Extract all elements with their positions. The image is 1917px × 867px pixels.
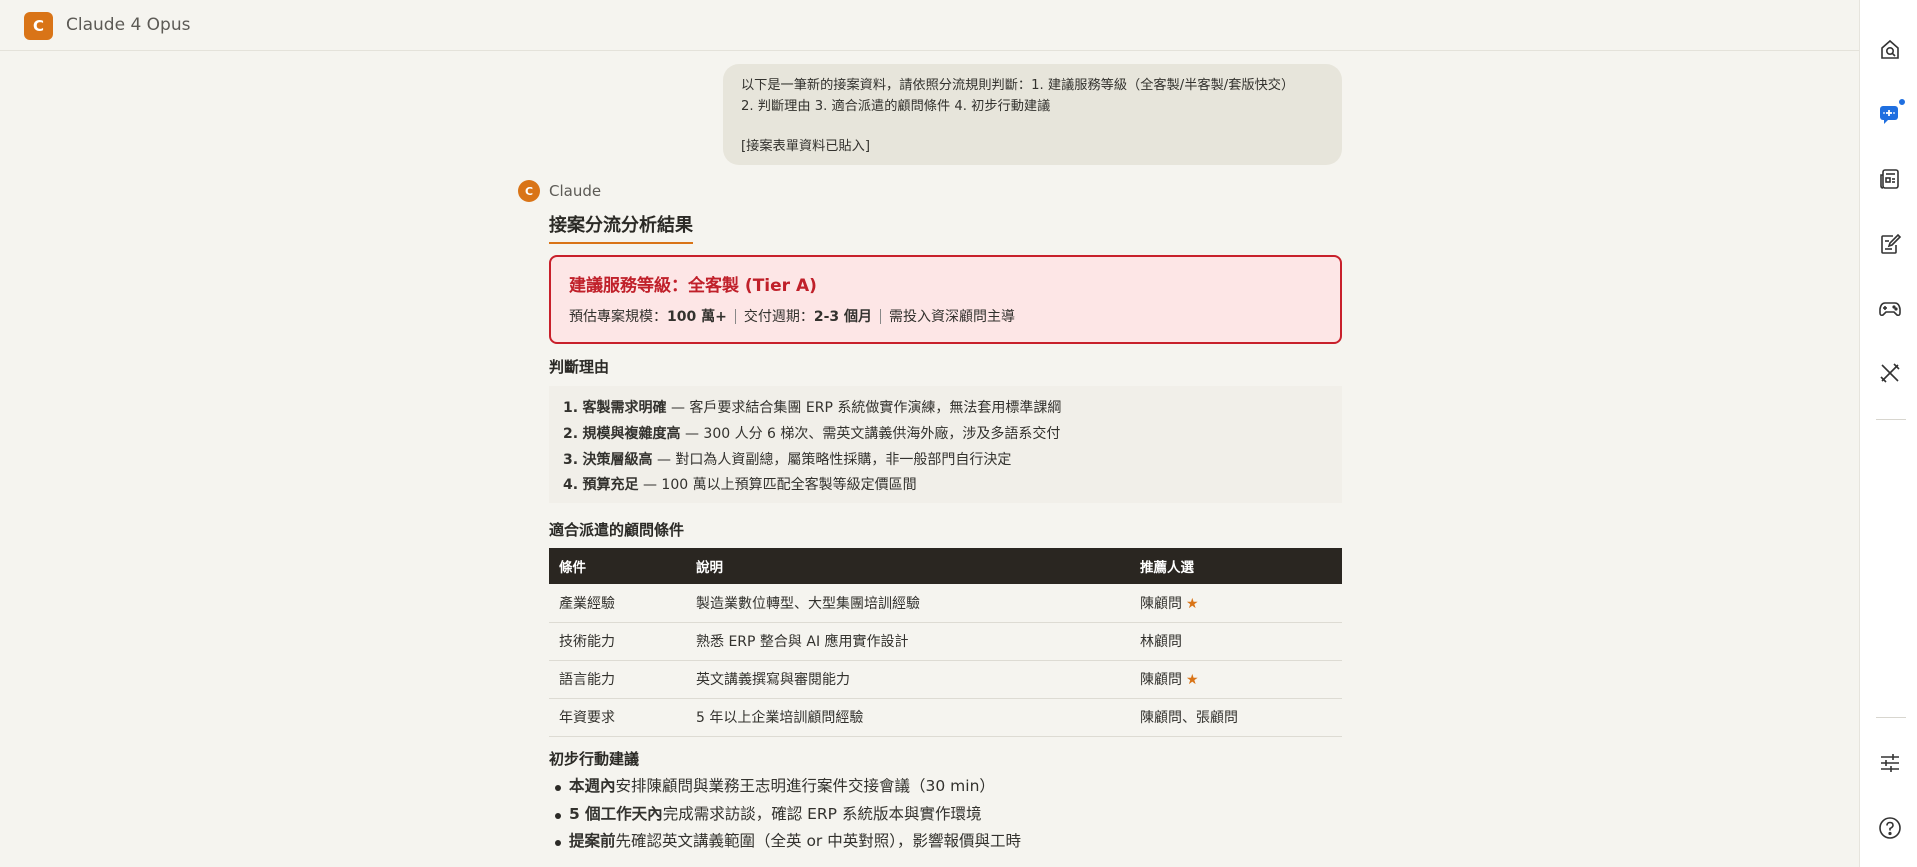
table-cell: 技術能力 (549, 622, 686, 661)
table-header: 推薦人選 (1130, 548, 1342, 584)
user-message-line: 2. 判斷理由 3. 適合派遣的顧問條件 4. 初步行動建議 (741, 98, 1051, 114)
table-row: 語言能力 英文講義撰寫與審閱能力 陳顧問 ★ (549, 660, 1342, 699)
app-logo[interactable]: C (24, 12, 53, 40)
reason-item: 3. 決策層級高 — 對口為人資副總，屬策略性採購，非一般部門自行決定 (563, 451, 1012, 468)
table-cell: 熟悉 ERP 整合與 AI 應用實作設計 (686, 622, 1130, 661)
table-row: 產業經驗 製造業數位轉型、大型集團培訓經驗 陳顧問 ★ (549, 584, 1342, 623)
actions-list: 本週內安排陳顧問與業務王志明進行案件交接會議（30 min） 5 個工作天內完成… (549, 773, 1021, 856)
table-cell: 陳顧問 ★ (1130, 584, 1342, 623)
table-header: 條件 (549, 548, 686, 584)
list-item: 本週內安排陳顧問與業務王志明進行案件交接會議（30 min） (549, 773, 1021, 801)
edit-icon[interactable] (1877, 231, 1903, 257)
reason-item: 2. 規模與複雜度高 — 300 人分 6 梯次、需英文講義供海外廠，涉及多語系… (563, 425, 1061, 442)
response-title: 接案分流分析結果 (549, 211, 693, 244)
cycle-value: 2-3 個月 (813, 309, 872, 325)
table-cell: 產業經驗 (549, 584, 686, 623)
list-item: 5 個工作天內完成需求訪談，確認 ERP 系統版本與實作環境 (549, 801, 1021, 829)
tier-meta: 預估專案規模： 100 萬+ 交付週期： 2-3 個月 需投入資深顧問主導 (569, 306, 1322, 326)
table-header-row: 條件 說明 推薦人選 (549, 548, 1342, 584)
star-icon: ★ (1186, 595, 1199, 612)
table-cell: 英文講義撰寫與審閱能力 (686, 660, 1130, 699)
table-cell: 語言能力 (549, 660, 686, 699)
notification-dot (1898, 98, 1906, 106)
user-message-bubble: 以下是一筆新的接案資料，請依照分流規則判斷：1. 建議服務等級（全客製/半客製/… (723, 64, 1342, 165)
table-cell: 製造業數位轉型、大型集團培訓經驗 (686, 584, 1130, 623)
star-icon: ★ (1186, 672, 1199, 688)
cycle-label: 交付週期： (743, 309, 814, 325)
settings-sliders-icon[interactable] (1877, 750, 1903, 776)
reason-item: 1. 客製需求明確 — 客戶要求結合集團 ERP 系統做實作演練，無法套用標準課… (563, 400, 1062, 416)
news-icon[interactable] (1877, 166, 1903, 192)
gamepad-icon[interactable] (1877, 296, 1903, 322)
user-message-line: 以下是一筆新的接案資料，請依照分流規則判斷：1. 建議服務等級（全客製/半客製/… (741, 78, 1295, 93)
table-cell: 年資要求 (549, 698, 686, 737)
reasons-heading: 判斷理由 (549, 358, 610, 376)
rail-divider (1876, 717, 1906, 718)
assistant-avatar: C (518, 180, 540, 202)
table-cell: 陳顧問 ★ (1130, 660, 1342, 699)
consultant-table: 條件 說明 推薦人選 產業經驗 製造業數位轉型、大型集團培訓經驗 陳顧問 ★ 技術… (549, 548, 1342, 737)
rail-divider (1876, 419, 1906, 420)
tier-title: 建議服務等級：全客製 (Tier A) (569, 276, 817, 296)
table-row: 年資要求 5 年以上企業培訓顧問經驗 陳顧問、張顧問 (549, 698, 1342, 737)
table-cell: 5 年以上企業培訓顧問經驗 (686, 698, 1130, 737)
actions-heading: 初步行動建議 (549, 750, 640, 768)
tier-note: 需投入資深顧問主導 (889, 309, 1015, 325)
consultant-heading: 適合派遣的顧問條件 (549, 521, 685, 539)
app-title: Claude 4 Opus (66, 15, 191, 35)
search-history-icon[interactable] (1877, 37, 1903, 63)
meta-divider (734, 308, 736, 324)
meta-divider (880, 308, 881, 324)
scale-label: 預估專案規模： (569, 309, 667, 325)
help-icon[interactable] (1877, 815, 1903, 841)
list-item: 提案前先確認英文講義範圍（全英 or 中英對照），影響報價與工時 (549, 828, 1021, 856)
scale-value: 100 萬+ (667, 309, 727, 325)
assistant-name: Claude (549, 182, 602, 200)
user-message-line: [接案表單資料已貼入] (741, 139, 870, 154)
right-rail (1859, 0, 1917, 867)
table-cell: 林顧問 (1130, 622, 1342, 661)
top-bar: C Claude 4 Opus (0, 0, 1859, 51)
reasons-list: 1. 客製需求明確 — 客戶要求結合集團 ERP 系統做實作演練，無法套用標準課… (549, 386, 1342, 503)
tools-icon[interactable] (1877, 360, 1903, 386)
table-header: 說明 (686, 548, 1130, 584)
tier-callout: 建議服務等級：全客製 (Tier A) 預估專案規模： 100 萬+ 交付週期：… (549, 255, 1342, 344)
table-cell: 陳顧問、張顧問 (1130, 698, 1342, 737)
new-chat-icon[interactable] (1877, 98, 1906, 127)
table-row: 技術能力 熟悉 ERP 整合與 AI 應用實作設計 林顧問 (549, 622, 1342, 661)
reason-item: 4. 預算充足 — 100 萬以上預算匹配全客製等級定價區間 (563, 477, 917, 494)
